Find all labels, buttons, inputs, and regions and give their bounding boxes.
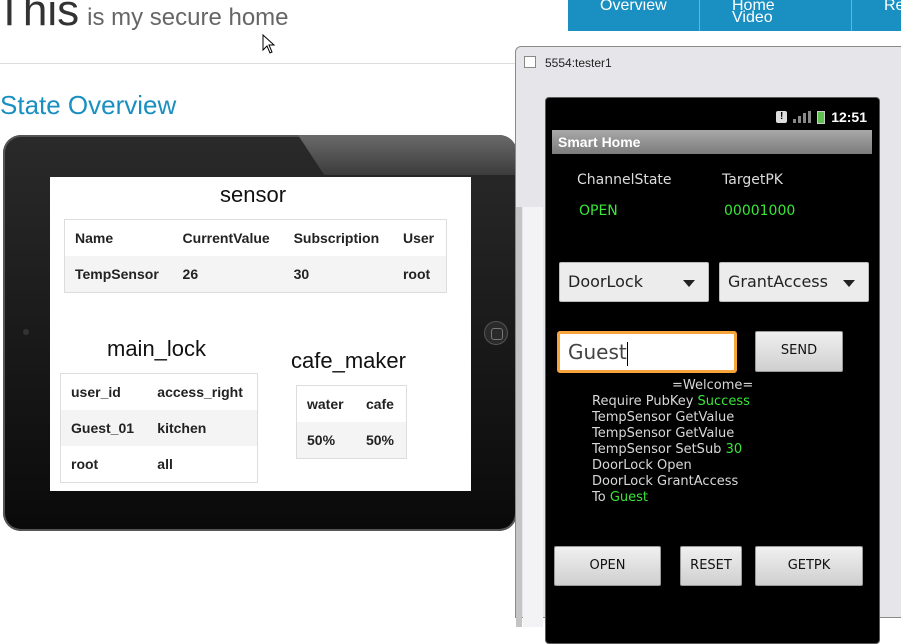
emulator-side-bar: [516, 207, 522, 627]
table-cell: 30: [283, 256, 393, 293]
table-header-row: Name CurrentValue Subscription User: [65, 220, 447, 257]
device-spinner[interactable]: DoorLock: [559, 262, 709, 302]
sensor-table: Name CurrentValue Subscription User Temp…: [64, 219, 447, 293]
emulator-window-title: 5554:tester1: [545, 56, 612, 70]
log-line: Require PubKey Success: [592, 394, 753, 410]
chevron-down-icon: [683, 280, 695, 287]
tablet-screen: sensor Name CurrentValue Subscription Us…: [50, 177, 471, 491]
device-spinner-value: DoorLock: [568, 272, 643, 291]
phone-screen: ! 12:51 Smart Home ChannelState TargetPK…: [545, 97, 880, 644]
sensor-title: sensor: [220, 182, 287, 207]
guest-input[interactable]: Guest: [557, 331, 737, 373]
action-spinner-value: GrantAccess: [728, 272, 828, 291]
table-cell: 50%: [355, 422, 407, 459]
nav-home-video[interactable]: Home Video: [700, 0, 852, 31]
main-lock-table: user_id access_right Guest_01 kitchen ro…: [60, 373, 258, 483]
action-spinner[interactable]: GrantAccess: [719, 262, 869, 302]
open-button[interactable]: OPEN: [554, 546, 661, 586]
table-cell: root: [71, 456, 99, 472]
table-header-cell: access_right: [157, 384, 243, 400]
nav-overview[interactable]: Overview: [568, 0, 700, 31]
app-title-bar: Smart Home: [552, 130, 872, 154]
table-row: root all: [61, 446, 258, 483]
nav-item-truncated[interactable]: Re: [852, 0, 901, 31]
table-row: TempSensor 26 30 root: [64, 256, 447, 293]
table-header-row: user_id access_right: [61, 374, 258, 411]
section-heading: State Overview: [0, 90, 177, 120]
page-title-main: This: [0, 0, 80, 35]
table-header-row: water cafe: [297, 386, 407, 423]
cafe-maker-title: cafe_maker: [291, 348, 406, 373]
status-bar: ! 12:51: [776, 108, 867, 126]
log-value: Guest: [609, 490, 649, 505]
table-row: 50% 50%: [296, 422, 407, 459]
table-cell: 50%: [296, 422, 356, 459]
table-header-cell: user_id: [71, 384, 121, 400]
table-cell: root: [392, 256, 447, 293]
table-cell: all: [157, 456, 173, 472]
log-text: TempSensor SetSub: [592, 442, 726, 457]
log-line: =Welcome=: [672, 378, 754, 393]
page-title: This is my secure home: [0, 0, 289, 36]
window-icon: [524, 56, 536, 68]
status-time: 12:51: [831, 109, 867, 125]
emulator-window: 5554:tester1 ! 12:51 Smart Home ChannelS…: [515, 46, 901, 644]
tablet-home-button[interactable]: [484, 321, 508, 345]
channel-state-value: OPEN: [579, 203, 618, 219]
top-navigation: Overview Home Video Re: [568, 0, 901, 31]
table-header-cell: water: [307, 396, 344, 412]
mouse-cursor-icon: [262, 34, 276, 54]
table-cell: kitchen: [147, 410, 258, 446]
log-text: Require PubKey: [592, 394, 698, 409]
header-divider: [0, 63, 520, 64]
table-header-cell: Name: [75, 230, 114, 246]
chevron-down-icon: [843, 280, 855, 287]
page-title-sub: is my secure home: [87, 4, 289, 31]
reset-button[interactable]: RESET: [680, 546, 742, 586]
log-line: TempSensor GetValue: [592, 410, 735, 425]
log-line: TempSensor SetSub 30: [592, 442, 753, 458]
log-line: DoorLock Open: [592, 458, 692, 473]
log-line: To Guest: [592, 490, 753, 506]
alert-icon: !: [776, 111, 788, 123]
emulator-side-panel: [523, 207, 543, 627]
table-cell: 26: [172, 256, 284, 293]
tablet-gloss: [298, 135, 517, 175]
log-text: To: [592, 490, 610, 505]
table-header-cell: User: [402, 230, 435, 246]
log-value: Success: [697, 394, 750, 409]
message-log: =Welcome= Require PubKey Success TempSen…: [592, 378, 753, 506]
emulator-titlebar[interactable]: 5554:tester1: [516, 47, 901, 77]
table-header-cell: Subscription: [293, 230, 380, 246]
target-pk-value: 00001000: [724, 203, 796, 219]
log-line: DoorLock GrantAccess: [592, 474, 739, 489]
send-button[interactable]: SEND: [755, 331, 843, 372]
log-line: TempSensor GetValue: [592, 426, 735, 441]
cafe-maker-table: water cafe 50% 50%: [296, 385, 407, 459]
table-header-cell: CurrentValue: [182, 230, 270, 246]
main-lock-title: main_lock: [107, 336, 207, 361]
tablet-camera-icon: [23, 329, 29, 335]
signal-icon: [793, 111, 812, 123]
table-cell: TempSensor: [64, 256, 173, 293]
target-pk-label: TargetPK: [722, 172, 783, 188]
channel-state-label: ChannelState: [577, 172, 672, 188]
table-cell: Guest_01: [60, 410, 148, 446]
guest-input-value: Guest: [568, 340, 627, 364]
table-row: Guest_01 kitchen: [60, 410, 258, 446]
log-value: 30: [725, 442, 743, 457]
text-caret: [626, 341, 628, 366]
table-header-cell: cafe: [365, 396, 394, 412]
battery-icon: [817, 110, 826, 124]
tablet-device: sensor Name CurrentValue Subscription Us…: [3, 135, 517, 531]
getpk-button[interactable]: GETPK: [755, 546, 863, 586]
